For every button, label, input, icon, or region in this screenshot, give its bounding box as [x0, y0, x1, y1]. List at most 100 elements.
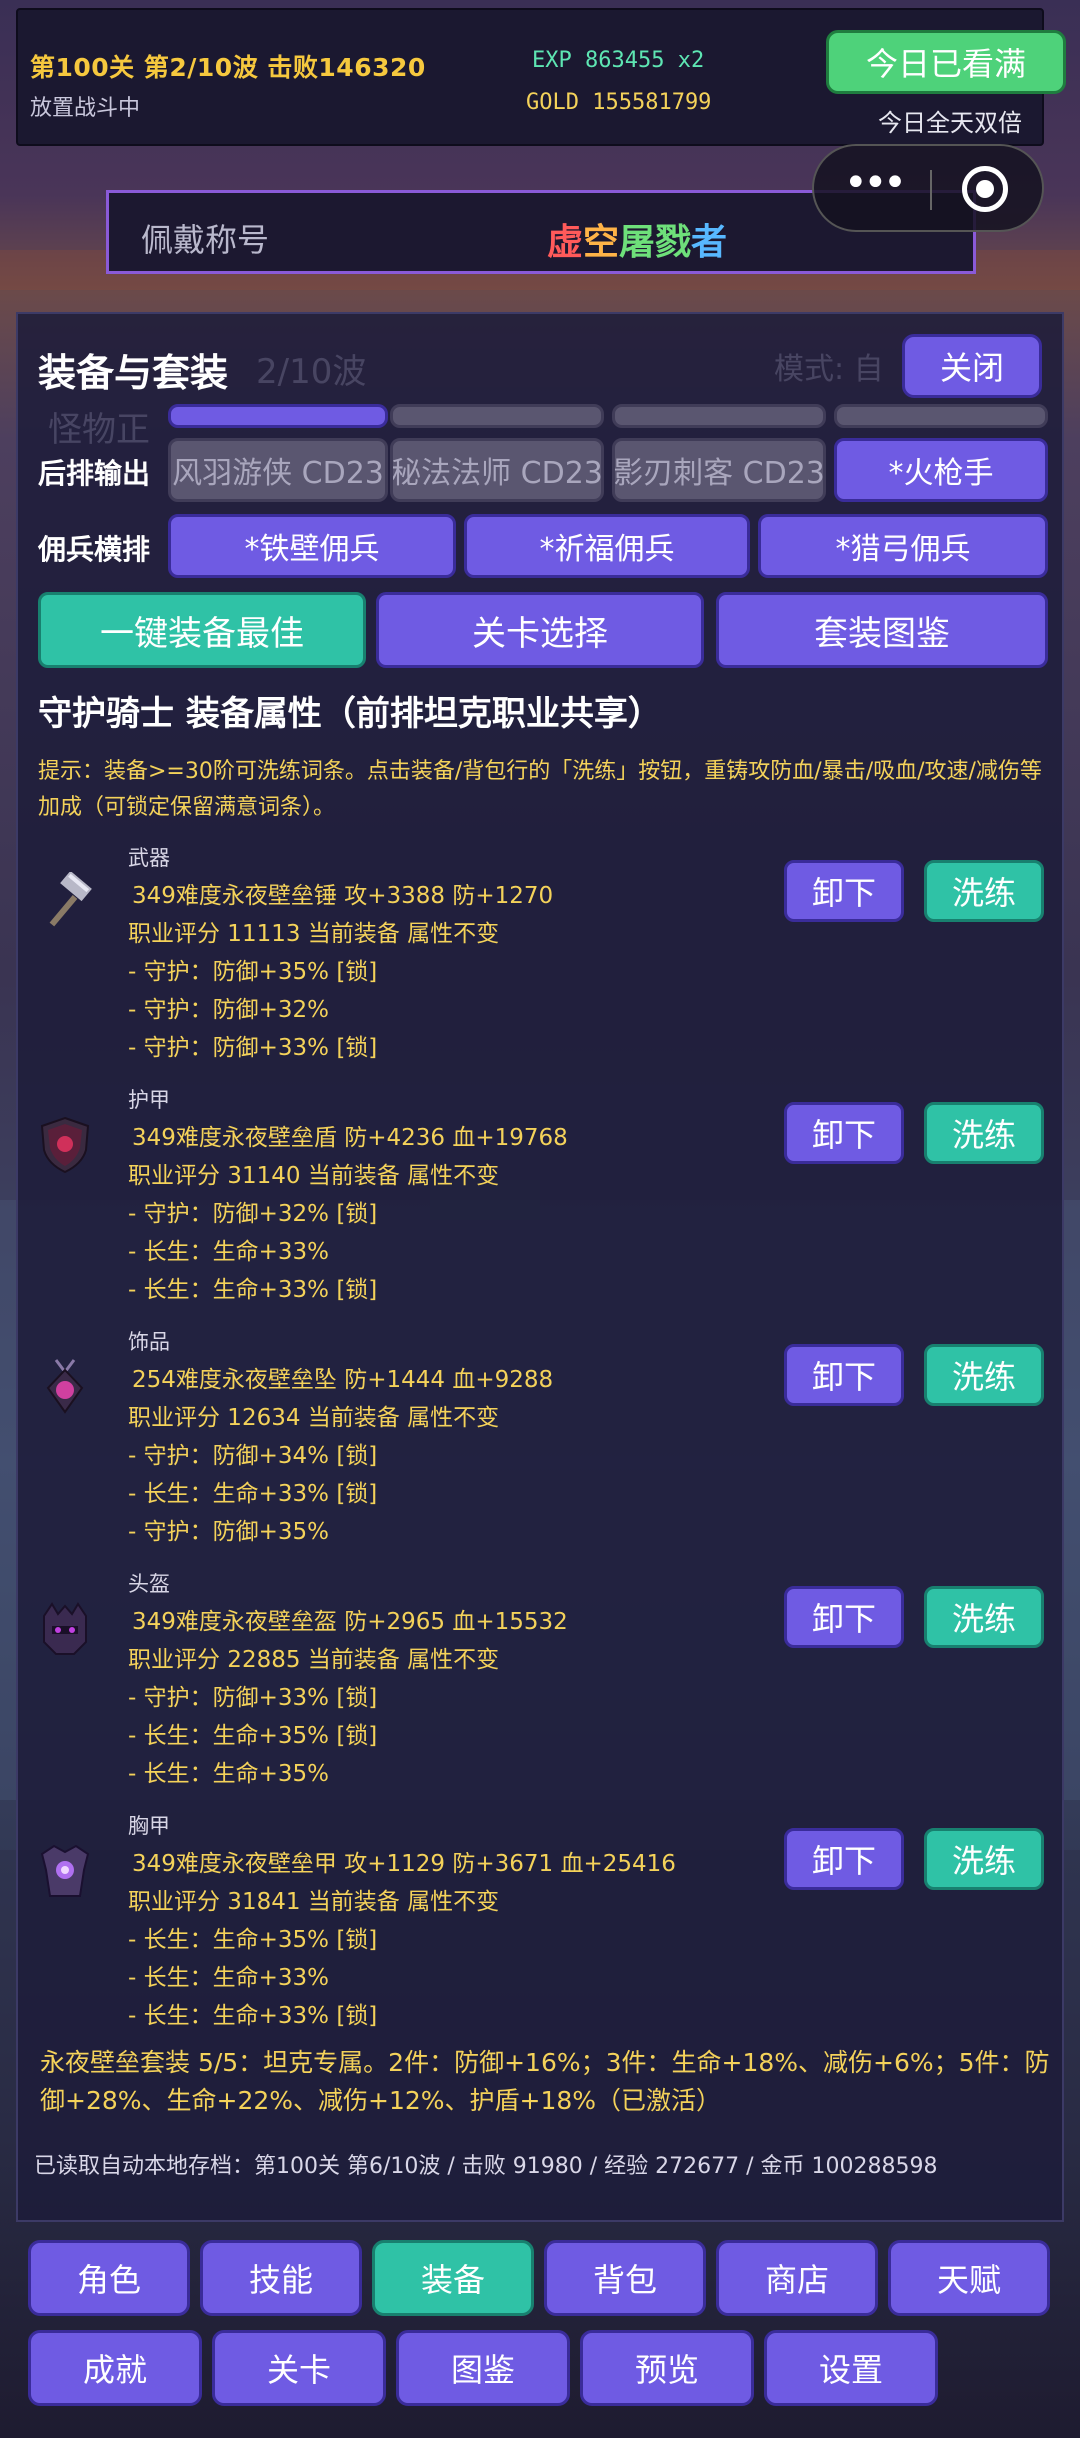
nav-settings[interactable]: 设置	[764, 2330, 938, 2406]
title-char: 屠戮	[619, 222, 692, 263]
item-score: 职业评分 22885 当前装备 属性不变	[128, 1647, 500, 1673]
equipment-item-helmet: 头盔 349难度永夜壁垒盔 防+2965 血+15532 职业评分 22885 …	[18, 1568, 1058, 1800]
nav-bag[interactable]: 背包	[544, 2240, 706, 2316]
title-label: 佩戴称号	[141, 221, 270, 259]
item-score: 职业评分 12634 当前装备 属性不变	[128, 1405, 500, 1431]
ghost-wave-text: 2/10波	[256, 352, 367, 392]
refine-button[interactable]: 洗练	[924, 860, 1044, 922]
item-affix: - 长生：生命+35%	[128, 1761, 330, 1787]
nav-achievements[interactable]: 成就	[28, 2330, 202, 2406]
nav-preview[interactable]: 预览	[580, 2330, 754, 2406]
hidden-chip	[390, 404, 604, 428]
item-affix: - 守护：防御+35%	[128, 1519, 330, 1545]
capsule-divider	[930, 170, 932, 210]
item-affix: - 长生：生命+33%	[128, 1239, 330, 1265]
hammer-icon	[49, 872, 92, 927]
stage-select-button[interactable]: 关卡选择	[376, 592, 704, 668]
ghost-mode-text: 模式: 自	[774, 352, 884, 387]
item-affix: - 长生：生命+35% [锁]	[128, 1723, 378, 1749]
item-name: 349难度永夜壁垒盔 防+2965 血+15532	[132, 1609, 568, 1635]
hero-chip-assassin[interactable]: 影刃刺客 CD23	[612, 438, 826, 502]
merc-chip-blessing[interactable]: *祈福佣兵	[464, 514, 750, 578]
item-score: 职业评分 31841 当前装备 属性不变	[128, 1889, 500, 1915]
equipment-item-accessory: 饰品 254难度永夜壁垒坠 防+1444 血+9288 职业评分 12634 当…	[18, 1326, 1058, 1558]
item-affix: - 长生：生命+33% [锁]	[128, 1277, 378, 1303]
ghost-monster-text: 怪物正	[48, 410, 150, 450]
set-codex-button[interactable]: 套装图鉴	[716, 592, 1048, 668]
unequip-button[interactable]: 卸下	[784, 860, 904, 922]
refine-tip: 提示：装备>=30阶可洗练词条。点击装备/背包行的「洗练」按钮，重铸攻防血/暴击…	[38, 759, 1042, 820]
title-char: 虚	[547, 222, 584, 263]
item-affix: - 守护：防御+32% [锁]	[128, 1201, 378, 1227]
panel-title: 装备与套装	[38, 351, 229, 395]
nav-stages[interactable]: 关卡	[212, 2330, 386, 2406]
refine-button[interactable]: 洗练	[924, 1828, 1044, 1890]
item-name: 349难度永夜壁垒锤 攻+3388 防+1270	[132, 883, 554, 909]
equipment-item-weapon: 武器 349难度永夜壁垒锤 攻+3388 防+1270 职业评分 11113 当…	[18, 842, 1058, 1074]
title-char: 者	[691, 222, 728, 263]
merc-chip-iron-wall[interactable]: *铁壁佣兵	[168, 514, 456, 578]
nav-talent[interactable]: 天赋	[888, 2240, 1050, 2316]
item-affix: - 守护：防御+34% [锁]	[128, 1443, 378, 1469]
daily-double-label: 今日全天双倍	[878, 109, 1022, 137]
refine-button[interactable]: 洗练	[924, 1344, 1044, 1406]
item-affix: - 长生：生命+33% [锁]	[128, 2003, 378, 2029]
daily-ad-button[interactable]: 今日已看满	[826, 30, 1066, 94]
close-button[interactable]: 关闭	[902, 334, 1042, 398]
nav-codex[interactable]: 图鉴	[396, 2330, 570, 2406]
row-label-mercenary: 佣兵横排	[38, 533, 151, 566]
item-name: 349难度永夜壁垒盾 防+4236 血+19768	[132, 1125, 568, 1151]
item-affix: - 长生：生命+33% [锁]	[128, 1481, 378, 1507]
title-char: 空	[583, 222, 620, 263]
item-affix: - 长生：生命+33%	[128, 1965, 330, 1991]
refine-button[interactable]: 洗练	[924, 1586, 1044, 1648]
title-value: 虚空屠戮者	[547, 213, 727, 265]
item-name: 349难度永夜壁垒甲 攻+1129 防+3671 血+25416	[132, 1851, 676, 1877]
hero-chip-ranger[interactable]: 风羽游侠 CD23	[168, 438, 388, 502]
item-category: 护甲	[128, 1088, 170, 1112]
item-affix: - 守护：防御+33% [锁]	[128, 1035, 378, 1061]
refine-button[interactable]: 洗练	[924, 1102, 1044, 1164]
battle-status: 放置战斗中	[30, 96, 141, 121]
item-affix: - 长生：生命+35% [锁]	[128, 1927, 378, 1953]
equipment-panel: 2/10波 模式: 自 怪物正 装备与套装 关闭 后排输出 风羽游侠 CD23 …	[16, 312, 1064, 2222]
merc-chip-hunter[interactable]: *猎弓佣兵	[758, 514, 1048, 578]
nav-skills[interactable]: 技能	[200, 2240, 362, 2316]
close-miniprogram-icon[interactable]	[962, 166, 1008, 212]
miniprogram-capsule: •••	[812, 144, 1044, 232]
hidden-chip	[612, 404, 826, 428]
unequip-button[interactable]: 卸下	[784, 1344, 904, 1406]
item-category: 武器	[128, 846, 170, 870]
equipment-item-chest: 胸甲 349难度永夜壁垒甲 攻+1129 防+3671 血+25416 职业评分…	[18, 1810, 1058, 2042]
hidden-chip	[168, 404, 388, 428]
more-menu-icon[interactable]: •••	[844, 160, 907, 206]
shield-icon	[40, 1116, 90, 1174]
item-affix: - 守护：防御+32%	[128, 997, 330, 1023]
unequip-button[interactable]: 卸下	[784, 1828, 904, 1890]
helmet-icon	[43, 1602, 87, 1655]
item-name: 254难度永夜壁垒坠 防+1444 血+9288	[132, 1367, 554, 1393]
nav-shop[interactable]: 商店	[716, 2240, 878, 2316]
hero-chip-gunner[interactable]: *火枪手	[834, 438, 1048, 502]
item-score: 职业评分 11113 当前装备 属性不变	[128, 921, 500, 947]
nav-character[interactable]: 角色	[28, 2240, 190, 2316]
unequip-button[interactable]: 卸下	[784, 1586, 904, 1648]
hero-chip-mage[interactable]: 秘法法师 CD23	[390, 438, 604, 502]
item-category: 饰品	[128, 1330, 170, 1354]
item-affix: - 守护：防御+33% [锁]	[128, 1685, 378, 1711]
row-label-back-line: 后排输出	[38, 457, 151, 490]
item-score: 职业评分 31140 当前装备 属性不变	[128, 1163, 500, 1189]
item-affix: - 守护：防御+35% [锁]	[128, 959, 378, 985]
hidden-chip	[834, 404, 1048, 428]
item-category: 头盔	[128, 1572, 170, 1596]
nav-equipment[interactable]: 装备	[372, 2240, 534, 2316]
equipment-item-shield: 护甲 349难度永夜壁垒盾 防+4236 血+19768 职业评分 31140 …	[18, 1084, 1058, 1316]
autosave-info: 已读取自动本地存档：第100关 第6/10波 / 击败 91980 / 经验 2…	[34, 2154, 938, 2179]
equipment-heading: 守护骑士 装备属性（前排坦克职业共享）	[38, 694, 662, 734]
exp-readout: EXP 863455 x2	[532, 48, 705, 73]
unequip-button[interactable]: 卸下	[784, 1102, 904, 1164]
stage-progress: 第100关 第2/10波 击败146320	[30, 53, 426, 82]
set-bonus-info: 永夜壁垒套装 5/5：坦克专属。2件：防御+16%；3件：生命+18%、减伤+6…	[40, 2048, 1050, 2115]
auto-equip-best-button[interactable]: 一键装备最佳	[38, 592, 366, 668]
status-bar: 第100关 第2/10波 击败146320 放置战斗中 EXP 863455 x…	[16, 8, 1066, 146]
